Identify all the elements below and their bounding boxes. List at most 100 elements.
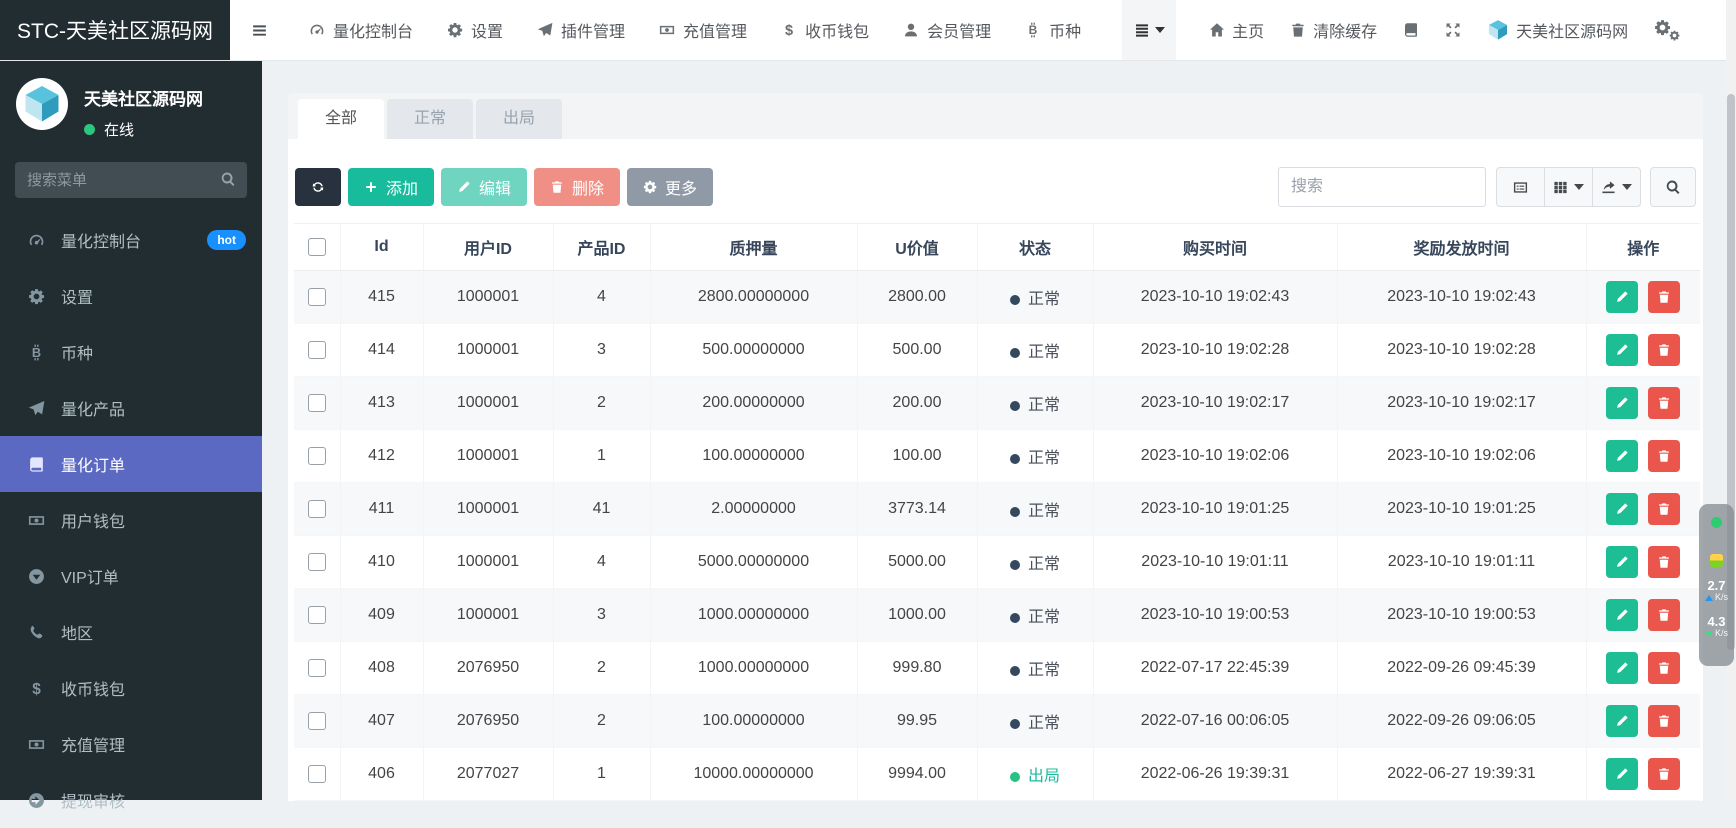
row-checkbox[interactable] — [308, 712, 326, 730]
refresh-button[interactable] — [295, 168, 341, 206]
column-header: 状态 — [977, 224, 1093, 271]
status-dot-icon — [1711, 517, 1722, 528]
cell-actions — [1586, 642, 1700, 695]
row-checkbox[interactable] — [308, 553, 326, 571]
row-edit-button[interactable] — [1606, 387, 1638, 419]
row-edit-button[interactable] — [1606, 599, 1638, 631]
language-link[interactable] — [1390, 0, 1432, 60]
row-edit-button[interactable] — [1606, 440, 1638, 472]
row-edit-button[interactable] — [1606, 334, 1638, 366]
cell-product-id: 1 — [553, 430, 650, 483]
topnav-item[interactable]: 币种 — [1008, 0, 1098, 60]
row-checkbox[interactable] — [308, 765, 326, 783]
sidebar-item-label: 量化控制台 — [61, 228, 141, 252]
cell-actions — [1586, 377, 1700, 430]
add-button[interactable]: 添加 — [348, 168, 434, 206]
sidebar-item[interactable]: 提现审核 — [0, 772, 262, 828]
circle-down-icon — [28, 568, 45, 585]
row-checkbox[interactable] — [308, 394, 326, 412]
home-link[interactable]: 主页 — [1196, 0, 1277, 60]
status-dot-icon — [1010, 613, 1020, 623]
sidebar-item[interactable]: 设置 — [0, 268, 262, 324]
row-edit-button[interactable] — [1606, 546, 1638, 578]
indicator-square-icon — [1710, 554, 1723, 567]
topnav-item[interactable]: 收币钱包 — [764, 0, 886, 60]
column-header: 操作 — [1586, 224, 1700, 271]
row-delete-button[interactable] — [1648, 334, 1680, 366]
topnav-item[interactable]: 会员管理 — [886, 0, 1008, 60]
tab[interactable]: 正常 — [387, 99, 473, 139]
cell-product-id: 4 — [553, 536, 650, 589]
sidebar-item[interactable]: 收币钱包 — [0, 660, 262, 716]
sidebar-item[interactable]: 币种 — [0, 324, 262, 380]
cell-reward-time: 2023-10-10 19:01:11 — [1337, 536, 1586, 589]
settings-link[interactable] — [1641, 0, 1693, 60]
detail-view-button[interactable] — [1496, 167, 1545, 207]
edit-button[interactable]: 编辑 — [441, 168, 527, 206]
row-checkbox[interactable] — [308, 288, 326, 306]
sidebar-item[interactable]: 用户钱包 — [0, 492, 262, 548]
sidebar-item[interactable]: 量化控制台 hot — [0, 212, 262, 268]
clear-cache-link[interactable]: 清除缓存 — [1277, 0, 1390, 60]
tab-bar: 全部 正常 出局 — [298, 99, 565, 139]
column-header: 质押量 — [650, 224, 857, 271]
row-edit-button[interactable] — [1606, 281, 1638, 313]
row-checkbox[interactable] — [308, 659, 326, 677]
topnav-item[interactable]: 设置 — [430, 0, 520, 60]
row-delete-button[interactable] — [1648, 546, 1680, 578]
sidebar-item[interactable]: 量化产品 — [0, 380, 262, 436]
row-edit-button[interactable] — [1606, 758, 1638, 790]
trash-icon — [1657, 555, 1671, 569]
nav-more-dropdown[interactable] — [1122, 0, 1176, 60]
topnav-item[interactable]: 量化控制台 — [292, 0, 430, 60]
fullscreen-link[interactable] — [1432, 0, 1474, 60]
toolbar-right — [1278, 167, 1696, 207]
refresh-icon — [311, 180, 325, 194]
delete-button[interactable]: 删除 — [534, 168, 620, 206]
gear-icon — [643, 180, 657, 194]
table-search-input[interactable] — [1278, 167, 1486, 207]
brand-logo[interactable]: STC-天美社区源码网 — [0, 0, 230, 60]
row-delete-button[interactable] — [1648, 281, 1680, 313]
cell-user-id: 1000001 — [423, 536, 553, 589]
sidebar-item[interactable]: VIP订单 — [0, 548, 262, 604]
column-header: 奖励发放时间 — [1337, 224, 1586, 271]
sidebar-menu: 量化控制台 hot 设置 币种 量化产品 量化订单 用户钱包 VIP订单 地区 … — [0, 212, 262, 828]
row-checkbox[interactable] — [308, 606, 326, 624]
row-delete-button[interactable] — [1648, 599, 1680, 631]
more-button[interactable]: 更多 — [627, 168, 713, 206]
row-edit-button[interactable] — [1606, 705, 1638, 737]
row-checkbox[interactable] — [308, 341, 326, 359]
sidebar-item[interactable]: 量化订单 — [0, 436, 262, 492]
row-delete-button[interactable] — [1648, 652, 1680, 684]
tab[interactable]: 出局 — [476, 99, 562, 139]
row-delete-button[interactable] — [1648, 758, 1680, 790]
sidebar-item-label: 充值管理 — [61, 732, 125, 756]
site-link[interactable]: 天美社区源码网 — [1474, 0, 1641, 60]
select-all-checkbox[interactable] — [308, 238, 326, 256]
panel-heading: 全部 正常 出局 — [288, 93, 1703, 139]
row-checkbox[interactable] — [308, 500, 326, 518]
sidebar-toggle-button[interactable] — [236, 0, 282, 60]
row-delete-button[interactable] — [1648, 387, 1680, 419]
row-delete-button[interactable] — [1648, 705, 1680, 737]
columns-button[interactable] — [1544, 167, 1593, 207]
row-edit-button[interactable] — [1606, 493, 1638, 525]
menu-search-input[interactable] — [15, 162, 247, 198]
row-delete-button[interactable] — [1648, 440, 1680, 472]
export-button[interactable] — [1592, 167, 1641, 207]
sidebar-item[interactable]: 地区 — [0, 604, 262, 660]
cell-buy-time: 2023-10-10 19:00:53 — [1093, 589, 1337, 642]
row-edit-button[interactable] — [1606, 652, 1638, 684]
row-checkbox[interactable] — [308, 447, 326, 465]
cell-user-id: 1000001 — [423, 589, 553, 642]
pencil-icon — [457, 180, 471, 194]
search-submit-button[interactable] — [1650, 167, 1696, 207]
sidebar-item[interactable]: 充值管理 — [0, 716, 262, 772]
cell-reward-time: 2023-10-10 19:01:25 — [1337, 483, 1586, 536]
row-delete-button[interactable] — [1648, 493, 1680, 525]
tab[interactable]: 全部 — [298, 99, 384, 139]
topnav-item[interactable]: 充值管理 — [642, 0, 764, 60]
topnav-item[interactable]: 插件管理 — [520, 0, 642, 60]
vertical-scrollbar[interactable] — [1726, 0, 1736, 800]
